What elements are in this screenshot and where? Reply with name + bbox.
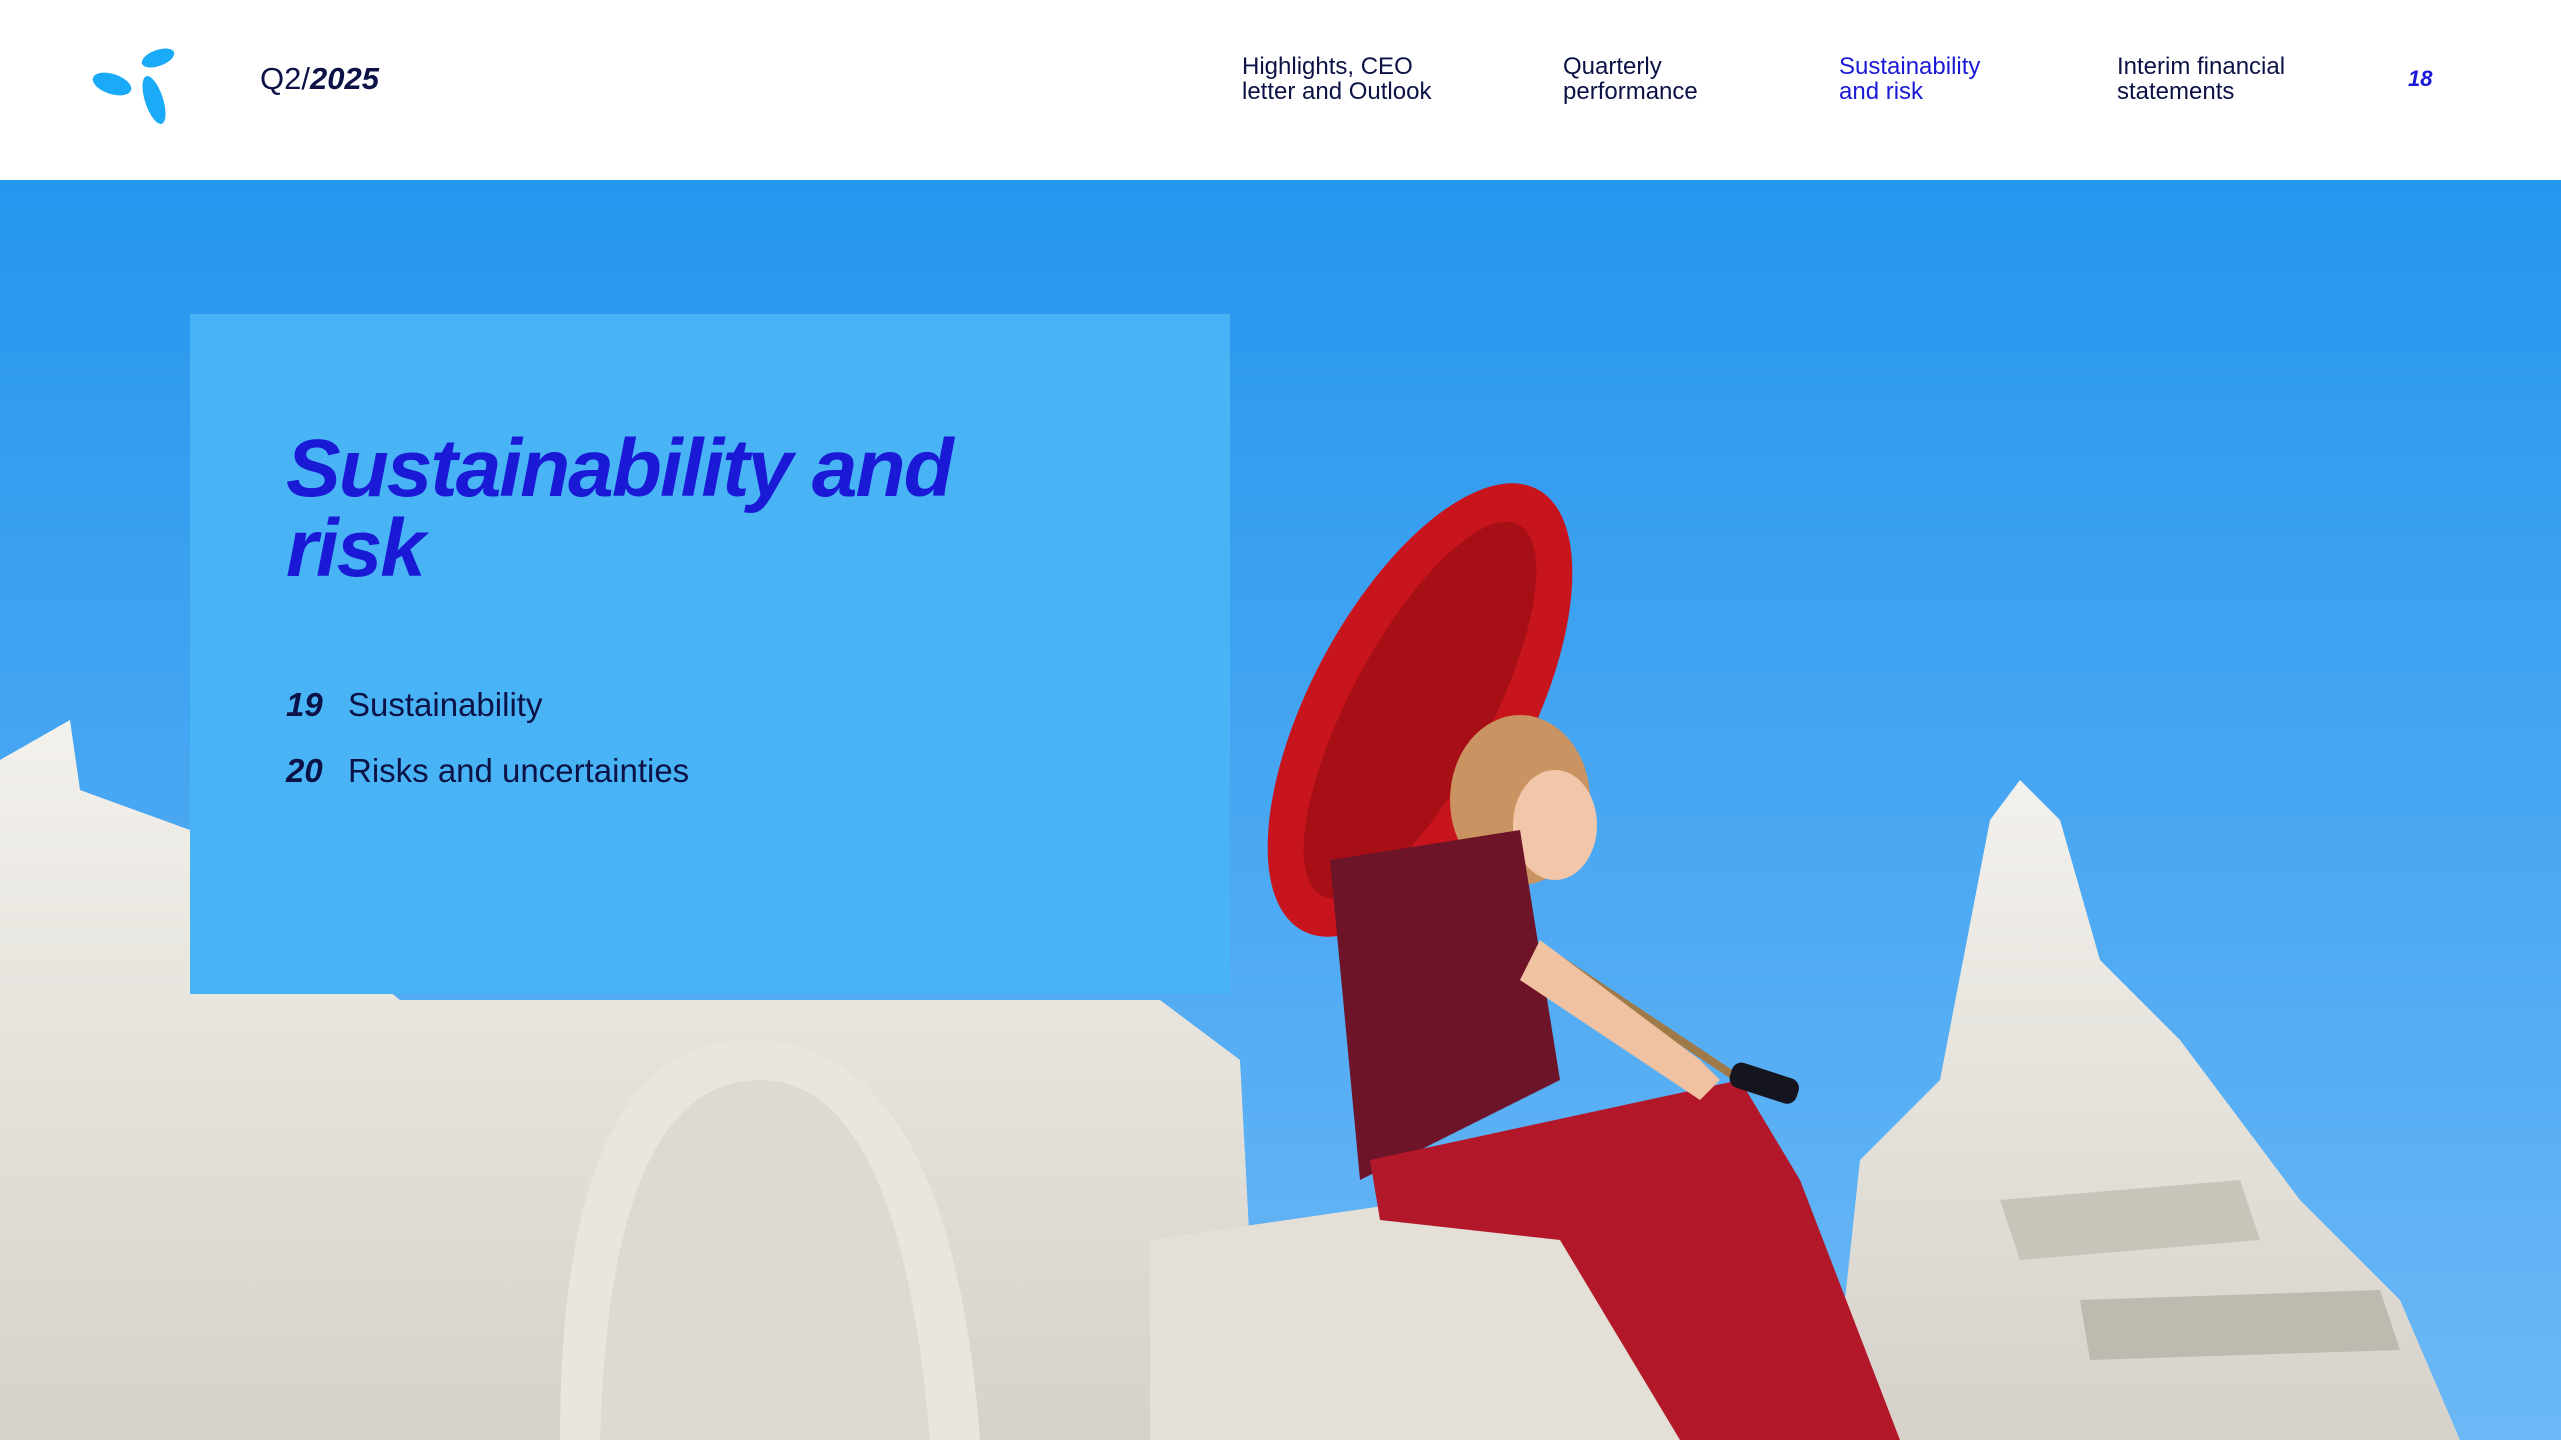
section-divider-box: Sustainability and risk 19 Sustainabilit… — [190, 314, 1230, 994]
toc-page-number: 20 — [286, 752, 323, 789]
nav-interim-line1: Interim financial — [2117, 53, 2286, 80]
nav-sustainability-and-risk[interactable]: Sustainability and risk — [1839, 54, 2059, 104]
page-header: Q2/2025 Highlights, CEO letter and Outlo… — [0, 0, 2561, 180]
nav-quarterly-line1: Quarterly — [1563, 53, 1662, 80]
nav-highlights[interactable]: Highlights, CEO letter and Outlook — [1242, 54, 1462, 104]
telenor-logo-icon[interactable] — [92, 48, 176, 126]
section-title: Sustainability and risk — [286, 428, 1146, 590]
toc-label: Risks and uncertainties — [348, 752, 690, 789]
nav-highlights-line2: letter and Outlook — [1242, 78, 1432, 105]
toc-label: Sustainability — [348, 686, 543, 723]
report-page: Q2/2025 Highlights, CEO letter and Outlo… — [0, 0, 2561, 1440]
nav-interim-line2: statements — [2117, 78, 2235, 105]
section-title-line2: risk — [286, 503, 426, 594]
nav-sustainability-line1: Sustainability — [1839, 53, 1981, 80]
quarter-year: 2025 — [309, 61, 379, 96]
nav-quarterly-performance[interactable]: Quarterly performance — [1563, 54, 1783, 104]
nav-interim-financial-statements[interactable]: Interim financial statements — [2117, 54, 2337, 104]
nav-sustainability-line2: and risk — [1839, 78, 1924, 105]
report-period: Q2/2025 — [260, 60, 379, 98]
toc-item-sustainability[interactable]: 19 Sustainability — [286, 686, 689, 752]
nav-highlights-line1: Highlights, CEO — [1242, 53, 1413, 80]
toc-page-number: 19 — [286, 686, 323, 723]
section-toc: 19 Sustainability 20 Risks and uncertain… — [286, 686, 689, 818]
section-title-line1: Sustainability and — [286, 423, 954, 514]
page-number: 18 — [2408, 66, 2433, 91]
nav-quarterly-line2: performance — [1563, 78, 1698, 105]
toc-item-risks-and-uncertainties[interactable]: 20 Risks and uncertainties — [286, 752, 689, 818]
quarter-prefix: Q2/ — [260, 61, 310, 96]
